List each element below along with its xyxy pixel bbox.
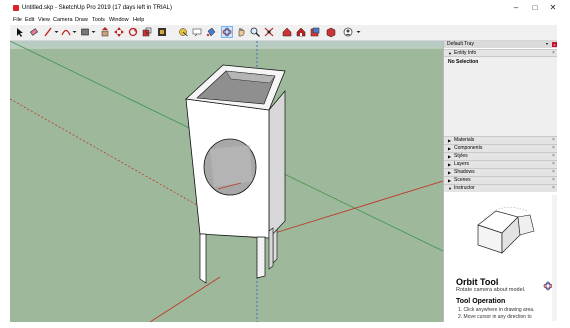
panel-styles[interactable]: ▶ Styles ×: [444, 152, 557, 160]
instructor-description: Rotate camera about model.: [456, 287, 526, 293]
collapsed-triangle-icon: ▶: [448, 146, 452, 151]
panel-label: Layers: [454, 161, 470, 167]
panel-label: Materials: [454, 137, 475, 143]
default-tray: Default Tray ▾ × ▼ Entity Info × No Sele…: [443, 41, 557, 322]
tape-measure-icon[interactable]: [178, 27, 188, 37]
move-icon[interactable]: [114, 27, 124, 37]
entity-info-status: No Selection: [448, 59, 479, 65]
zoom-icon[interactable]: [250, 27, 260, 37]
entity-info-body: [444, 56, 557, 139]
collapsed-triangle-icon: ▶: [448, 138, 452, 143]
main-toolbar: [10, 25, 557, 41]
menu-draw[interactable]: Draw: [75, 17, 88, 23]
layout-icon[interactable]: [310, 27, 320, 37]
panel-instructor[interactable]: ▼ Instructor ×: [444, 184, 557, 192]
orbit-icon[interactable]: [221, 26, 233, 38]
pan-icon[interactable]: [236, 27, 246, 37]
panel-close-icon[interactable]: ×: [552, 145, 555, 151]
panel-close-icon[interactable]: ×: [552, 137, 555, 143]
title-bar: Untitled.skp - SketchUp Pro 2019 (17 day…: [10, 0, 557, 16]
panel-close-icon[interactable]: ×: [552, 169, 555, 175]
sketchup-window: Untitled.skp - SketchUp Pro 2019 (17 day…: [10, 0, 557, 322]
paint-bucket-icon[interactable]: [206, 27, 216, 37]
extension-warehouse-icon[interactable]: [296, 27, 306, 37]
offset-icon[interactable]: [157, 27, 167, 37]
panel-layers[interactable]: ▶ Layers ×: [444, 160, 557, 168]
window-title: Untitled.skp - SketchUp Pro 2019 (17 day…: [22, 5, 172, 11]
menu-file[interactable]: File: [13, 17, 22, 23]
panel-label: Components: [454, 145, 483, 151]
sketchup-logo-icon: [13, 5, 19, 11]
pin-icon[interactable]: ▾: [546, 42, 550, 46]
line-dropdown-icon[interactable]: [52, 27, 59, 37]
rotate-icon[interactable]: [128, 27, 138, 37]
drawing-area[interactable]: [10, 41, 443, 322]
panel-close-icon[interactable]: ×: [552, 177, 555, 183]
collapsed-triangle-icon: ▶: [448, 178, 452, 183]
menu-edit[interactable]: Edit: [25, 17, 34, 23]
tray-close-button[interactable]: ×: [552, 42, 557, 47]
user-account-icon[interactable]: [343, 27, 353, 37]
eraser-icon[interactable]: [29, 27, 39, 37]
arc-dropdown-icon[interactable]: [70, 27, 77, 37]
menu-help[interactable]: Help: [133, 17, 144, 23]
extension-manager-icon[interactable]: [326, 27, 336, 37]
panel-components[interactable]: ▶ Components ×: [444, 144, 557, 152]
rectangle-dropdown-icon[interactable]: [89, 27, 96, 37]
instructor-step: 2. Move cursor in any direction to: [458, 314, 532, 320]
collapsed-triangle-icon: ▶: [448, 154, 452, 159]
panel-materials[interactable]: ▶ Materials ×: [444, 136, 557, 144]
box-right-face: [268, 90, 286, 239]
panel-label: Scenes: [454, 177, 471, 183]
hole-inner-shadow: [210, 145, 252, 187]
leg-front-right: [256, 236, 266, 279]
tray-title: Default Tray: [447, 41, 474, 47]
menu-window[interactable]: Window: [109, 17, 129, 23]
panel-close-icon[interactable]: ×: [552, 185, 555, 191]
panel-shadows[interactable]: ▶ Shadows ×: [444, 168, 557, 176]
collapsed-triangle-icon: ▶: [448, 162, 452, 167]
panel-close-icon[interactable]: ×: [552, 161, 555, 167]
maximize-button[interactable]: □: [526, 3, 544, 13]
zoom-extents-icon[interactable]: [264, 27, 274, 37]
instructor-step: 1. Click anywhere in drawing area.: [458, 307, 535, 313]
menu-bar: File Edit View Camera Draw Tools Window …: [10, 16, 557, 25]
warehouse-icon[interactable]: [282, 27, 292, 37]
user-dropdown-icon[interactable]: [354, 27, 361, 37]
instructor-tool-name: Orbit Tool: [456, 277, 499, 287]
push-pull-icon[interactable]: [100, 27, 110, 37]
select-icon[interactable]: [15, 27, 25, 37]
text-icon[interactable]: [192, 27, 202, 37]
panel-scenes[interactable]: ▶ Scenes ×: [444, 176, 557, 184]
panel-close-icon[interactable]: ×: [552, 153, 555, 159]
panel-label: Shadows: [454, 169, 475, 175]
leg-front-left: [199, 233, 207, 284]
scale-icon[interactable]: [142, 27, 152, 37]
menu-tools[interactable]: Tools: [92, 17, 105, 23]
orbit-illustration: [477, 207, 535, 254]
tray-title-bar: Default Tray ▾ ×: [444, 41, 557, 48]
leg-mid-right: [268, 227, 274, 270]
panel-label: Styles: [454, 153, 468, 159]
model-canvas: [10, 41, 443, 322]
instructor-operation-heading: Tool Operation: [456, 298, 506, 305]
collapsed-triangle-icon: ▶: [448, 170, 452, 175]
close-button[interactable]: ✕: [544, 3, 557, 13]
sky-band: [10, 41, 443, 49]
expanded-triangle-icon: ▼: [448, 186, 452, 191]
menu-camera[interactable]: Camera: [53, 17, 73, 23]
instructor-scrollbar[interactable]: [552, 195, 557, 321]
menu-view[interactable]: View: [38, 17, 50, 23]
minimize-button[interactable]: –: [507, 3, 525, 13]
panel-label: Instructor: [454, 185, 475, 191]
